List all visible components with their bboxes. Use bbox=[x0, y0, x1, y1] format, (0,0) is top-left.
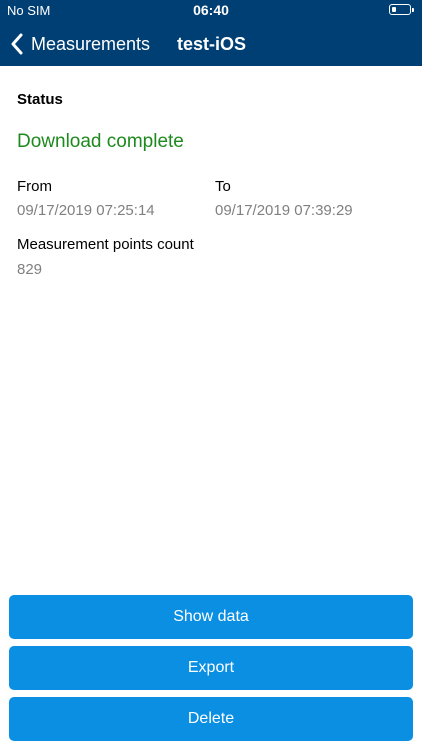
from-label: From bbox=[17, 178, 52, 195]
delete-button[interactable]: Delete bbox=[9, 697, 413, 741]
battery-level-fill bbox=[391, 6, 396, 12]
back-button-label: Measurements bbox=[31, 34, 151, 54]
battery-icon bbox=[389, 4, 411, 15]
header: No SIM 06:40 Measurements test-iOS bbox=[0, 0, 422, 66]
status-heading: Status bbox=[17, 91, 63, 108]
to-value: 09/17/2019 07:39:29 bbox=[215, 202, 353, 219]
status-value: Download complete bbox=[17, 131, 184, 152]
measurement-detail-screen: No SIM 06:40 Measurements test-iOS Statu… bbox=[0, 0, 422, 750]
battery-tip bbox=[412, 7, 414, 12]
to-label: To bbox=[215, 178, 231, 195]
show-data-button[interactable]: Show data bbox=[9, 595, 413, 639]
status-time: 06:40 bbox=[193, 2, 229, 18]
chevron-left-icon bbox=[11, 33, 23, 55]
back-button[interactable]: Measurements bbox=[10, 28, 150, 60]
navigation-bar: Measurements test-iOS bbox=[0, 22, 422, 66]
measurement-points-label: Measurement points count bbox=[17, 236, 194, 253]
page-title: test-iOS bbox=[177, 34, 247, 54]
export-button[interactable]: Export bbox=[9, 646, 413, 690]
status-bar: No SIM 06:40 bbox=[0, 0, 422, 22]
measurement-points-value: 829 bbox=[17, 261, 43, 278]
from-value: 09/17/2019 07:25:14 bbox=[17, 202, 155, 219]
